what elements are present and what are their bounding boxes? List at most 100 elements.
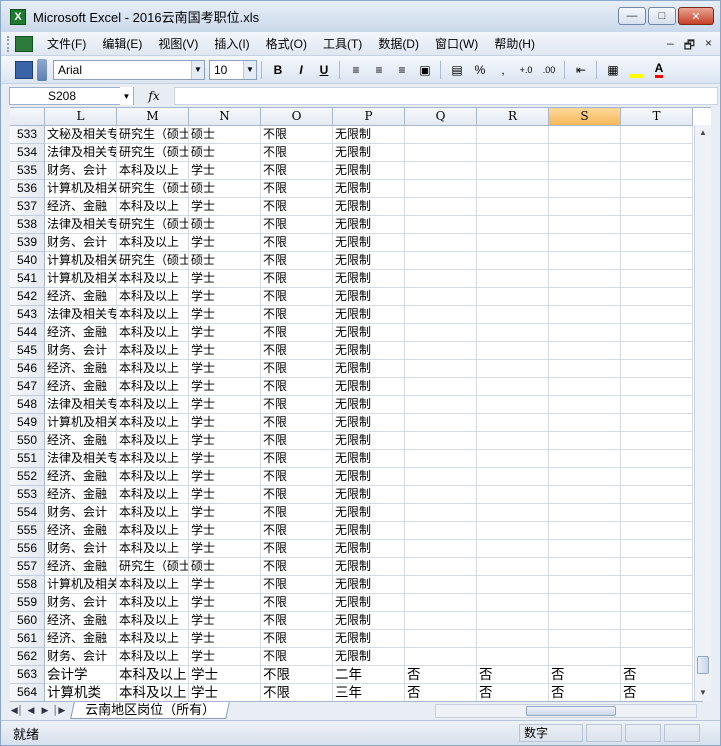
cell-r[interactable] bbox=[477, 594, 549, 612]
cell-o[interactable]: 不限 bbox=[261, 558, 333, 576]
cell-n[interactable]: 学士 bbox=[189, 522, 261, 540]
chevron-down-icon[interactable]: ▼ bbox=[191, 60, 204, 79]
first-sheet-icon[interactable]: ◀│ bbox=[10, 705, 24, 716]
cell-o[interactable]: 不限 bbox=[261, 126, 333, 144]
cell-m[interactable]: 本科及以上 bbox=[117, 288, 189, 306]
cell-r[interactable] bbox=[477, 576, 549, 594]
cell-o[interactable]: 不限 bbox=[261, 540, 333, 558]
cell-l[interactable]: 经济、金融 bbox=[45, 360, 117, 378]
cell-t[interactable] bbox=[621, 558, 693, 576]
cell-t[interactable] bbox=[621, 414, 693, 432]
cell-o[interactable]: 不限 bbox=[261, 144, 333, 162]
horizontal-scroll-thumb[interactable] bbox=[526, 706, 616, 716]
row-header[interactable]: 558 bbox=[10, 576, 45, 594]
cell-p[interactable]: 无限制 bbox=[333, 432, 405, 450]
cell-n[interactable]: 学士 bbox=[189, 324, 261, 342]
row-header[interactable]: 534 bbox=[10, 144, 45, 162]
cell-t[interactable] bbox=[621, 522, 693, 540]
row-header[interactable]: 564 bbox=[10, 684, 45, 701]
column-header-t[interactable]: T bbox=[621, 108, 693, 126]
cell-p[interactable]: 无限制 bbox=[333, 306, 405, 324]
cell-q[interactable] bbox=[405, 594, 477, 612]
cell-q[interactable] bbox=[405, 306, 477, 324]
row-header[interactable]: 548 bbox=[10, 396, 45, 414]
menu-item[interactable]: 工具(T) bbox=[315, 35, 370, 52]
cell-t[interactable] bbox=[621, 432, 693, 450]
workbook-icon[interactable] bbox=[15, 35, 33, 52]
cell-s[interactable] bbox=[549, 180, 621, 198]
column-header-m[interactable]: M bbox=[117, 108, 189, 126]
menu-item[interactable]: 数据(D) bbox=[370, 35, 427, 52]
cell-n[interactable]: 学士 bbox=[189, 666, 261, 684]
cell-r[interactable] bbox=[477, 540, 549, 558]
bold-button[interactable]: B bbox=[267, 60, 289, 80]
cell-o[interactable]: 不限 bbox=[261, 450, 333, 468]
cell-l[interactable]: 经济、金融 bbox=[45, 558, 117, 576]
row-header[interactable]: 542 bbox=[10, 288, 45, 306]
doc-close-button[interactable]: × bbox=[705, 36, 712, 57]
currency-icon[interactable]: ▤ bbox=[446, 60, 468, 80]
cell-n[interactable]: 学士 bbox=[189, 468, 261, 486]
vertical-scroll-thumb[interactable] bbox=[697, 656, 709, 674]
cell-r[interactable] bbox=[477, 198, 549, 216]
cell-q[interactable] bbox=[405, 504, 477, 522]
scroll-up-icon[interactable]: ▲ bbox=[695, 125, 711, 141]
cell-n[interactable]: 学士 bbox=[189, 414, 261, 432]
cell-n[interactable]: 学士 bbox=[189, 576, 261, 594]
menu-item[interactable]: 窗口(W) bbox=[427, 35, 486, 52]
cell-m[interactable]: 研究生（硕士） bbox=[117, 180, 189, 198]
cell-p[interactable]: 二年 bbox=[333, 666, 405, 684]
cell-s[interactable] bbox=[549, 630, 621, 648]
cell-q[interactable] bbox=[405, 450, 477, 468]
cell-q[interactable] bbox=[405, 180, 477, 198]
minimize-button[interactable]: — bbox=[618, 7, 646, 25]
row-header[interactable]: 545 bbox=[10, 342, 45, 360]
cell-q[interactable] bbox=[405, 270, 477, 288]
cell-s[interactable] bbox=[549, 522, 621, 540]
cell-q[interactable] bbox=[405, 468, 477, 486]
cell-l[interactable]: 经济、金融 bbox=[45, 432, 117, 450]
row-header[interactable]: 544 bbox=[10, 324, 45, 342]
align-right-icon[interactable]: ≡ bbox=[391, 60, 413, 80]
row-header[interactable]: 549 bbox=[10, 414, 45, 432]
cell-t[interactable] bbox=[621, 342, 693, 360]
cell-o[interactable]: 不限 bbox=[261, 486, 333, 504]
cell-p[interactable]: 无限制 bbox=[333, 180, 405, 198]
cell-m[interactable]: 本科及以上 bbox=[117, 684, 189, 701]
cell-q[interactable] bbox=[405, 216, 477, 234]
cell-n[interactable]: 学士 bbox=[189, 648, 261, 666]
cell-p[interactable]: 无限制 bbox=[333, 414, 405, 432]
last-sheet-icon[interactable]: │▶ bbox=[52, 705, 66, 716]
cell-s[interactable] bbox=[549, 162, 621, 180]
cell-r[interactable] bbox=[477, 360, 549, 378]
cell-o[interactable]: 不限 bbox=[261, 342, 333, 360]
cell-m[interactable]: 本科及以上 bbox=[117, 162, 189, 180]
underline-button[interactable]: U bbox=[313, 60, 335, 80]
cell-p[interactable]: 无限制 bbox=[333, 630, 405, 648]
toolbar-options-button[interactable] bbox=[37, 58, 47, 81]
cell-n[interactable]: 硕士 bbox=[189, 558, 261, 576]
cell-l[interactable]: 经济、金融 bbox=[45, 630, 117, 648]
cell-r[interactable] bbox=[477, 126, 549, 144]
fill-color-icon[interactable] bbox=[625, 60, 647, 80]
cell-o[interactable]: 不限 bbox=[261, 216, 333, 234]
menu-item[interactable]: 插入(I) bbox=[206, 35, 257, 52]
cell-q[interactable]: 否 bbox=[405, 684, 477, 701]
row-header[interactable]: 546 bbox=[10, 360, 45, 378]
cell-m[interactable]: 本科及以上 bbox=[117, 306, 189, 324]
cell-r[interactable] bbox=[477, 630, 549, 648]
cell-m[interactable]: 本科及以上 bbox=[117, 540, 189, 558]
cell-o[interactable]: 不限 bbox=[261, 504, 333, 522]
cell-s[interactable] bbox=[549, 432, 621, 450]
cell-n[interactable]: 学士 bbox=[189, 450, 261, 468]
cell-t[interactable] bbox=[621, 234, 693, 252]
cell-l[interactable]: 财务、会计 bbox=[45, 342, 117, 360]
comma-style-button[interactable]: , bbox=[492, 60, 514, 80]
cell-n[interactable]: 硕士 bbox=[189, 144, 261, 162]
cell-q[interactable] bbox=[405, 432, 477, 450]
cell-l[interactable]: 法律及相关专业 bbox=[45, 396, 117, 414]
row-header[interactable]: 552 bbox=[10, 468, 45, 486]
cell-r[interactable] bbox=[477, 612, 549, 630]
cell-o[interactable]: 不限 bbox=[261, 612, 333, 630]
cell-l[interactable]: 会计学 bbox=[45, 666, 117, 684]
